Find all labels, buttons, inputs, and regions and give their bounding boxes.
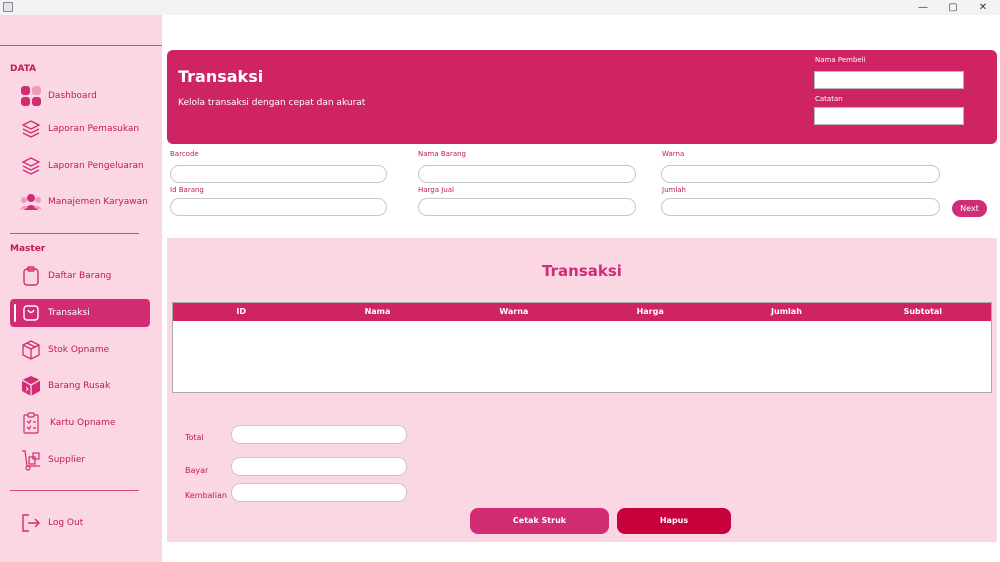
change-label: Kembalian xyxy=(185,491,227,500)
delete-button[interactable]: Hapus xyxy=(617,508,731,534)
column-header-warna[interactable]: Warna xyxy=(446,303,582,321)
people-icon xyxy=(20,191,42,213)
sidebar-item-label: Transaksi xyxy=(48,308,90,318)
clipboard-icon xyxy=(20,265,42,287)
minimize-button[interactable]: — xyxy=(908,0,938,15)
sidebar-item-label: Laporan Pengeluaran xyxy=(48,161,144,171)
damaged-box-icon xyxy=(20,375,42,397)
color-label: Warna xyxy=(662,150,685,158)
sidebar-item-transaksi[interactable]: Transaksi xyxy=(10,299,150,327)
column-header-harga[interactable]: Harga xyxy=(582,303,718,321)
maximize-button[interactable]: ▢ xyxy=(938,0,968,15)
total-field[interactable] xyxy=(231,425,407,444)
pay-label: Bayar xyxy=(185,466,209,475)
layers-icon xyxy=(20,118,42,140)
column-header-nama[interactable]: Nama xyxy=(309,303,445,321)
sidebar-item-label: Laporan Pemasukan xyxy=(48,124,140,134)
divider xyxy=(10,490,139,491)
page-subtitle: Kelola transaksi dengan cepat dan akurat xyxy=(178,98,366,108)
transaction-table[interactable]: ID Nama Warna Harga Jumlah Subtotal xyxy=(172,302,992,393)
sidebar-item-label: Daftar Barang xyxy=(48,271,112,281)
sidebar-item-laporan-pengeluaran[interactable]: Laporan Pengeluaran xyxy=(10,152,150,180)
table-title: Transaksi xyxy=(542,262,622,280)
buyer-name-input[interactable] xyxy=(814,71,964,89)
item-id-input[interactable] xyxy=(170,198,387,216)
layers-icon xyxy=(20,155,42,177)
sidebar-item-label: Supplier xyxy=(48,455,86,465)
print-receipt-button[interactable]: Cetak Struk xyxy=(470,508,609,534)
window-titlebar: — ▢ ✕ xyxy=(0,0,1000,15)
logout-icon xyxy=(20,512,42,534)
close-button[interactable]: ✕ xyxy=(968,0,998,15)
note-input[interactable] xyxy=(814,107,964,125)
sidebar-item-daftar-barang[interactable]: Daftar Barang xyxy=(10,262,150,290)
logout-button[interactable]: Log Out xyxy=(10,509,150,537)
pay-input[interactable] xyxy=(231,457,407,476)
transaction-panel: Transaksi ID Nama Warna Harga Jumlah Sub… xyxy=(167,238,997,542)
price-label: Harga Jual xyxy=(418,186,455,194)
sidebar-item-stok-opname[interactable]: Stok Opname xyxy=(10,336,150,364)
sidebar-item-dashboard[interactable]: Dashboard xyxy=(10,82,150,110)
barcode-input[interactable] xyxy=(170,165,387,183)
sidebar-item-laporan-pemasukan[interactable]: Laporan Pemasukan xyxy=(10,115,150,143)
divider xyxy=(10,233,139,234)
divider xyxy=(0,45,162,46)
header-banner: Transaksi Kelola transaksi dengan cepat … xyxy=(167,50,997,144)
quantity-input[interactable] xyxy=(661,198,940,216)
section-label-data: DATA xyxy=(10,64,37,74)
shopping-bag-icon xyxy=(20,302,42,324)
sidebar-item-manajemen-karyawan[interactable]: Manajemen Karyawan xyxy=(10,188,150,216)
column-header-jumlah[interactable]: Jumlah xyxy=(718,303,854,321)
dolly-icon xyxy=(20,449,42,471)
sidebar-item-label: Barang Rusak xyxy=(48,381,111,391)
dashboard-icon xyxy=(20,85,42,107)
item-name-label: Nama Barang xyxy=(418,150,466,158)
sidebar-item-label: Manajemen Karyawan xyxy=(48,197,148,207)
sidebar-item-supplier[interactable]: Supplier xyxy=(10,446,150,474)
barcode-label: Barcode xyxy=(170,150,199,158)
column-header-subtotal[interactable]: Subtotal xyxy=(855,303,991,321)
sidebar-item-label: Dashboard xyxy=(48,91,97,101)
color-input[interactable] xyxy=(661,165,940,183)
page-title: Transaksi xyxy=(178,67,264,86)
total-label: Total xyxy=(185,433,204,442)
checklist-icon xyxy=(20,412,42,434)
sidebar-item-kartu-opname[interactable]: Kartu Opname xyxy=(10,409,150,437)
price-input[interactable] xyxy=(418,198,636,216)
section-label-master: Master xyxy=(10,244,46,254)
sidebar-item-barang-rusak[interactable]: Barang Rusak xyxy=(10,372,150,400)
quantity-label: Jumlah xyxy=(662,186,686,194)
sidebar: DATA Dashboard Laporan Pemasukan Laporan… xyxy=(0,15,162,562)
item-name-input[interactable] xyxy=(418,165,636,183)
next-button[interactable]: Next xyxy=(952,200,987,217)
table-header: ID Nama Warna Harga Jumlah Subtotal xyxy=(173,303,991,321)
logout-label: Log Out xyxy=(48,518,84,528)
item-id-label: Id Barang xyxy=(170,186,204,194)
change-field[interactable] xyxy=(231,483,407,502)
buyer-name-label: Nama Pembeli xyxy=(815,56,866,64)
sidebar-item-label: Stok Opname xyxy=(48,345,110,355)
app-icon xyxy=(3,2,13,12)
note-label: Catatan xyxy=(815,95,843,103)
sidebar-item-label: Kartu Opname xyxy=(50,418,116,428)
column-header-id[interactable]: ID xyxy=(173,303,309,321)
box-icon xyxy=(20,339,42,361)
